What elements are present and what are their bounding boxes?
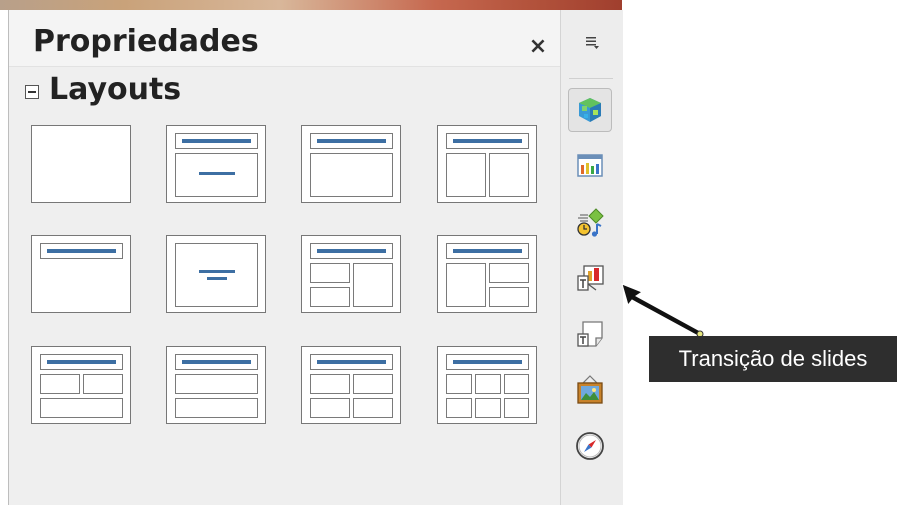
navigator-icon [576, 432, 604, 460]
layout-content-placeholder [175, 243, 258, 307]
layout-content-placeholder [353, 263, 393, 307]
layout-title-placeholder [310, 133, 393, 149]
tooltip: Transição de slides [649, 336, 897, 382]
properties-icon [579, 98, 601, 122]
layout-content-placeholder [504, 374, 529, 394]
layout-title-placeholder [446, 243, 529, 259]
close-button[interactable]: × [527, 36, 549, 58]
layout-content-placeholder [504, 398, 529, 418]
layout-content-placeholder [353, 398, 393, 418]
layout-content-placeholder [310, 398, 350, 418]
layout-content-placeholder [40, 398, 123, 418]
panel-title: Propriedades [33, 24, 259, 59]
layout-title-4-content[interactable] [301, 346, 401, 424]
sidebar-menu-icon[interactable] [581, 32, 603, 52]
layout-content-placeholder [175, 153, 258, 197]
layout-content-placeholder [175, 374, 258, 394]
layout-title-placeholder [446, 354, 529, 370]
layout-content-placeholder [489, 153, 529, 197]
layout-content-placeholder [475, 398, 501, 418]
tab-styles-and-formatting[interactable] [568, 312, 612, 356]
layout-title-2-content[interactable] [437, 125, 537, 203]
layout-content-placeholder [310, 374, 350, 394]
layout-content-placeholder [310, 287, 350, 307]
sidebar-tabbar [561, 10, 623, 505]
layout-blank[interactable] [31, 125, 131, 203]
window-top-strip [0, 0, 622, 10]
layout-title-placeholder [446, 133, 529, 149]
properties-panel: Propriedades × Layouts [8, 10, 561, 505]
layout-title-content[interactable] [166, 125, 266, 203]
tab-navigator[interactable] [568, 424, 612, 468]
layout-title-placeholder [310, 354, 393, 370]
layout-title-placeholder [40, 354, 123, 370]
layout-centered-text[interactable] [166, 235, 266, 313]
layout-content-placeholder [446, 263, 486, 307]
layout-content-placeholder [40, 374, 80, 394]
custom-animation-icon [577, 208, 604, 237]
callout-arrow [621, 283, 704, 338]
slide-transition-icon [577, 265, 604, 291]
collapse-toggle[interactable] [25, 85, 39, 99]
layout-title-placeholder [175, 133, 258, 149]
gallery-icon [577, 375, 603, 404]
layout-title-placeholder [175, 354, 258, 370]
layout-content-placeholder [475, 374, 501, 394]
layout-content-placeholder [83, 374, 123, 394]
master-slides-icon [577, 154, 603, 177]
layout-content-placeholder [353, 374, 393, 394]
layout-content-placeholder [175, 398, 258, 418]
tab-custom-animation[interactable] [568, 200, 612, 244]
tab-master-slides[interactable] [568, 144, 612, 188]
layout-title-2-content-over-content[interactable] [31, 346, 131, 424]
layout-content-placeholder [489, 263, 529, 283]
layout-content-placeholder [489, 287, 529, 307]
layout-title-content-box[interactable] [301, 125, 401, 203]
layout-title-placeholder [40, 243, 123, 259]
layout-content-placeholder [446, 398, 472, 418]
tab-properties[interactable] [568, 88, 612, 132]
layout-title-6-content[interactable] [437, 346, 537, 424]
layout-content-placeholder [446, 153, 486, 197]
layouts-title: Layouts [49, 72, 182, 107]
layout-content-placeholder [446, 374, 472, 394]
tab-gallery[interactable] [568, 368, 612, 412]
layout-content-placeholder [310, 263, 350, 283]
layout-title-only[interactable] [31, 235, 131, 313]
tab-slide-transition[interactable] [568, 256, 612, 300]
layout-title-placeholder [310, 243, 393, 259]
layout-title-2-content-and-content[interactable] [301, 235, 401, 313]
layout-title-content-and-2-content[interactable] [437, 235, 537, 313]
layout-title-content-over-content[interactable] [166, 346, 266, 424]
layout-content-placeholder [310, 153, 393, 197]
panel-header: Propriedades × [9, 10, 560, 67]
styles-and-formatting-icon [577, 321, 603, 347]
